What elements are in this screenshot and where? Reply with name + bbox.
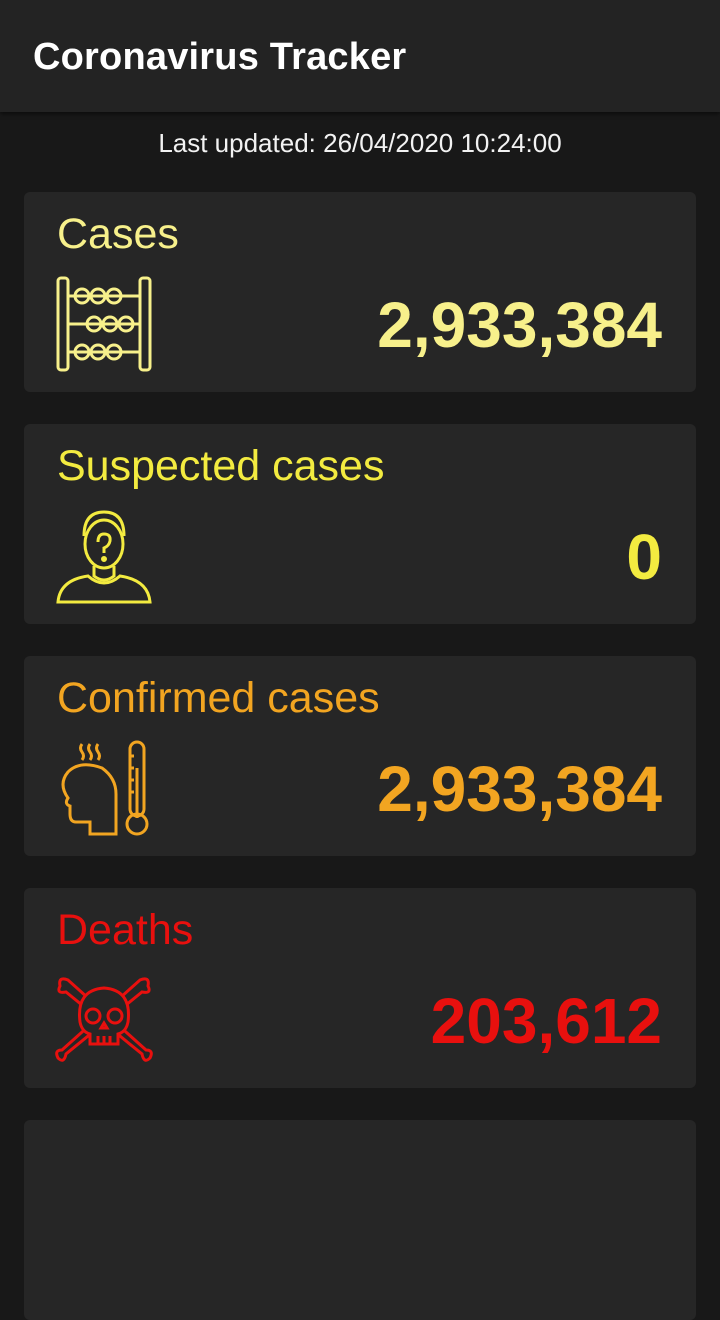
cases-title: Cases (57, 210, 179, 258)
cases-card[interactable]: Cases 2,933,384 (24, 192, 696, 392)
cases-value: 2,933,384 (377, 289, 662, 361)
deaths-value: 203,612 (430, 985, 662, 1057)
suspected-cases-value: 0 (626, 521, 662, 593)
app-title: Coronavirus Tracker (33, 36, 407, 78)
fever-thermometer-icon (61, 740, 149, 836)
deaths-title: Deaths (57, 906, 194, 954)
app-bar: Coronavirus Tracker (0, 0, 720, 112)
next-card-partial[interactable] (24, 1120, 696, 1320)
confirmed-cases-value: 2,933,384 (377, 753, 662, 825)
suspected-person-icon (56, 510, 152, 604)
last-updated-text: Last updated: 26/04/2020 10:24:00 (158, 128, 562, 158)
abacus-icon (56, 276, 152, 372)
confirmed-cases-card[interactable]: Confirmed cases 2,933,384 (24, 656, 696, 856)
deaths-card[interactable]: Deaths 203,612 (24, 888, 696, 1088)
suspected-cases-card[interactable]: Suspected cases 0 (24, 424, 696, 624)
skull-crossbones-icon (55, 977, 153, 1062)
suspected-cases-title: Suspected cases (57, 442, 385, 490)
confirmed-cases-title: Confirmed cases (57, 674, 380, 722)
